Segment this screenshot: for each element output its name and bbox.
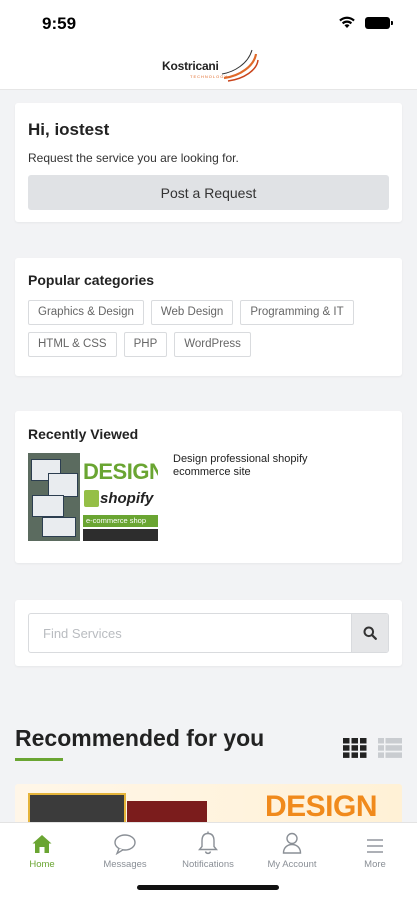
category-chips: Graphics & Design Web Design Programming… — [28, 300, 393, 364]
chat-bubble-icon — [114, 834, 136, 855]
kostricani-logo: Kostricani TECHNOLOGY — [160, 48, 260, 84]
grid-view-icon[interactable] — [343, 738, 367, 758]
tab-my-account[interactable]: My Account — [250, 829, 334, 875]
status-bar: 9:59 — [0, 0, 417, 46]
category-chip-php[interactable]: PHP — [123, 332, 168, 357]
tab-more-label: More — [364, 859, 386, 870]
category-chip-programming-it[interactable]: Programming & IT — [240, 300, 354, 325]
popular-categories-card: Popular categories Graphics & Design Web… — [15, 258, 402, 376]
recommended-title: Recommended for you — [15, 725, 265, 751]
recommended-card-screenshot-secondary — [127, 801, 207, 824]
wifi-icon — [339, 16, 355, 28]
recommended-card-screenshot — [28, 793, 126, 824]
recommended-service-card[interactable]: DESIGN — [15, 784, 402, 824]
tab-messages[interactable]: Messages — [83, 829, 167, 875]
thumbnail-strip — [83, 529, 158, 541]
category-chip-graphics-design[interactable]: Graphics & Design — [28, 300, 144, 325]
tab-more[interactable]: More — [333, 829, 417, 875]
thumbnail-brand: shopify — [100, 490, 154, 507]
tab-home-label: Home — [29, 859, 55, 870]
tab-notifications[interactable]: Notifications — [166, 829, 250, 875]
thumbnail-heading: DESIGN — [83, 459, 158, 484]
category-chip-html-css[interactable]: HTML & CSS — [28, 332, 117, 357]
find-services-input[interactable] — [29, 614, 351, 652]
post-request-button[interactable]: Post a Request — [28, 175, 389, 210]
greeting-title: Hi, iostest — [28, 120, 110, 139]
search-card — [15, 600, 402, 666]
status-time: 9:59 — [42, 14, 77, 33]
user-icon — [282, 832, 302, 854]
menu-icon — [367, 839, 383, 853]
search-button[interactable] — [351, 614, 388, 652]
greeting-card: Hi, iostest Request the service you are … — [15, 103, 402, 222]
recent-item-thumbnail[interactable]: DESIGN shopify e-commerce shop — [28, 453, 158, 541]
recommended-underline — [15, 758, 63, 761]
search-icon — [363, 626, 377, 640]
categories-title: Popular categories — [28, 272, 155, 288]
thumbnail-screenshots — [28, 453, 80, 541]
list-view-icon[interactable] — [378, 738, 402, 758]
home-indicator — [137, 885, 279, 890]
category-chip-wordpress[interactable]: WordPress — [174, 332, 251, 357]
thumbnail-caption: e-commerce shop — [83, 515, 158, 527]
app-header: Kostricani TECHNOLOGY — [0, 46, 417, 90]
battery-icon — [365, 17, 393, 29]
logo-tagline: TECHNOLOGY — [190, 74, 229, 79]
category-chip-web-design[interactable]: Web Design — [150, 300, 234, 325]
tab-my-account-label: My Account — [267, 859, 317, 870]
recently-viewed-card: Recently Viewed DESIGN shopify e-commerc… — [15, 411, 402, 563]
recommended-card-heading: DESIGN — [265, 790, 378, 823]
tab-home[interactable]: Home — [0, 829, 84, 875]
recently-viewed-title: Recently Viewed — [28, 426, 139, 442]
home-icon — [32, 835, 52, 853]
tab-messages-label: Messages — [103, 859, 147, 870]
greeting-subtitle: Request the service you are looking for. — [28, 151, 239, 165]
tab-notifications-label: Notifications — [182, 859, 234, 870]
bell-icon — [198, 831, 218, 855]
search-box — [28, 613, 389, 653]
recent-item-title[interactable]: Design professional shopify ecommerce si… — [173, 453, 363, 479]
logo-wordmark: Kostricani — [162, 59, 219, 73]
